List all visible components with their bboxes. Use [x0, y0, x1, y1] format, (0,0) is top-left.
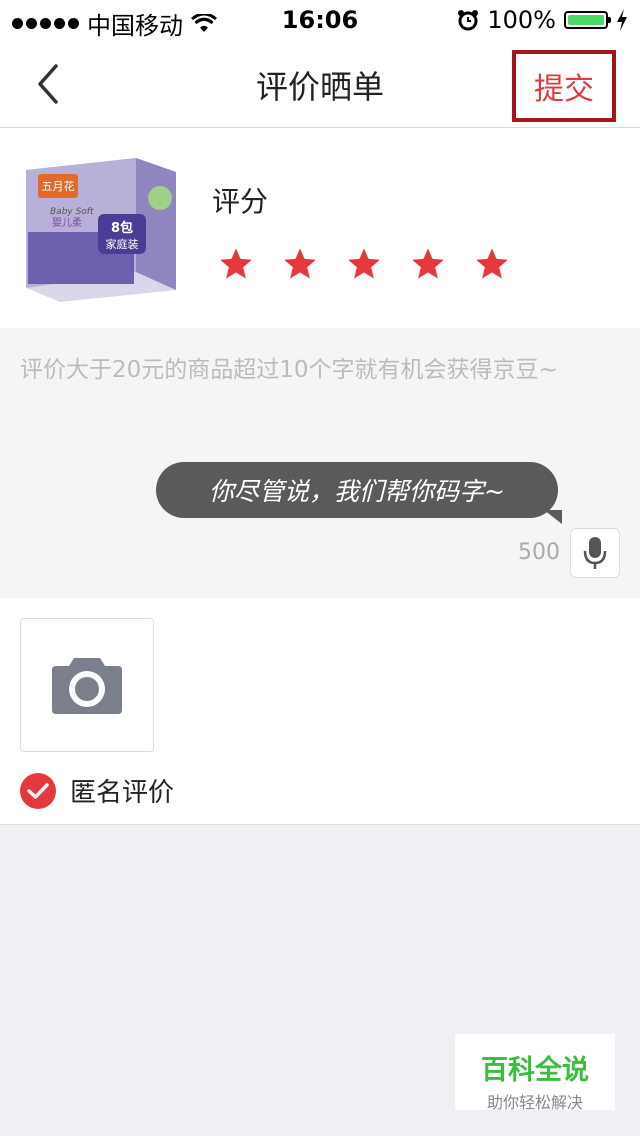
watermark-main-text: 百科全说: [481, 1055, 589, 1086]
charging-icon: [617, 9, 627, 31]
add-photo-button[interactable]: [20, 618, 154, 752]
anonymous-label: 匿名评价: [70, 778, 175, 808]
star-icon[interactable]: [218, 246, 254, 282]
star-rating[interactable]: [218, 246, 510, 282]
product-rating-section: 五月花 Baby Soft 婴儿柔 8包 家庭装 评分: [0, 128, 640, 328]
voice-input-button[interactable]: [570, 528, 620, 578]
thumb-pack-text: 8包: [111, 220, 133, 236]
checkmark-icon: [27, 782, 49, 799]
watermark-sub-text: 助你轻松解决: [486, 1093, 583, 1112]
voice-input-hint-text: 你尽管说，我们帮你码字~: [209, 477, 505, 506]
camera-icon: [52, 658, 122, 714]
navigation-bar: 评价晒单 提交: [0, 40, 640, 128]
anonymous-option[interactable]: 匿名评价: [20, 772, 174, 809]
product-thumbnail: 五月花 Baby Soft 婴儿柔 8包 家庭装: [20, 152, 176, 302]
photo-section: 匿名评价: [0, 598, 640, 825]
rating-label: 评分: [212, 185, 269, 218]
star-icon[interactable]: [410, 246, 446, 282]
review-input-area[interactable]: 评价大于20元的商品超过10个字就有机会获得京豆~ 你尽管说，我们帮你码字~ 5…: [0, 328, 640, 598]
watermark-logo: 百科全说 助你轻松解决: [455, 1034, 615, 1112]
alarm-icon: [458, 10, 479, 31]
star-icon[interactable]: [474, 246, 510, 282]
battery-percent: 100%: [487, 6, 556, 34]
thumb-brand-text: 五月花: [42, 180, 75, 193]
battery-icon: [564, 11, 611, 29]
star-icon[interactable]: [346, 246, 382, 282]
submit-button[interactable]: 提交: [534, 64, 594, 108]
thumb-pack-type-text: 家庭装: [106, 237, 139, 251]
thumb-line-text: Baby Soft: [50, 207, 94, 217]
voice-input-hint-bubble: 你尽管说，我们帮你码字~: [156, 462, 562, 524]
char-count: 500: [518, 540, 560, 565]
thumb-line-cn-text: 婴儿柔: [52, 217, 82, 229]
microphone-icon: [583, 537, 607, 569]
status-bar: 中国移动 16:06 100%: [0, 0, 640, 40]
anonymous-checkbox[interactable]: [20, 772, 56, 809]
review-placeholder: 评价大于20元的商品超过10个字就有机会获得京豆~: [20, 357, 558, 383]
submit-highlight-box: 提交: [512, 50, 616, 122]
star-icon[interactable]: [282, 246, 318, 282]
